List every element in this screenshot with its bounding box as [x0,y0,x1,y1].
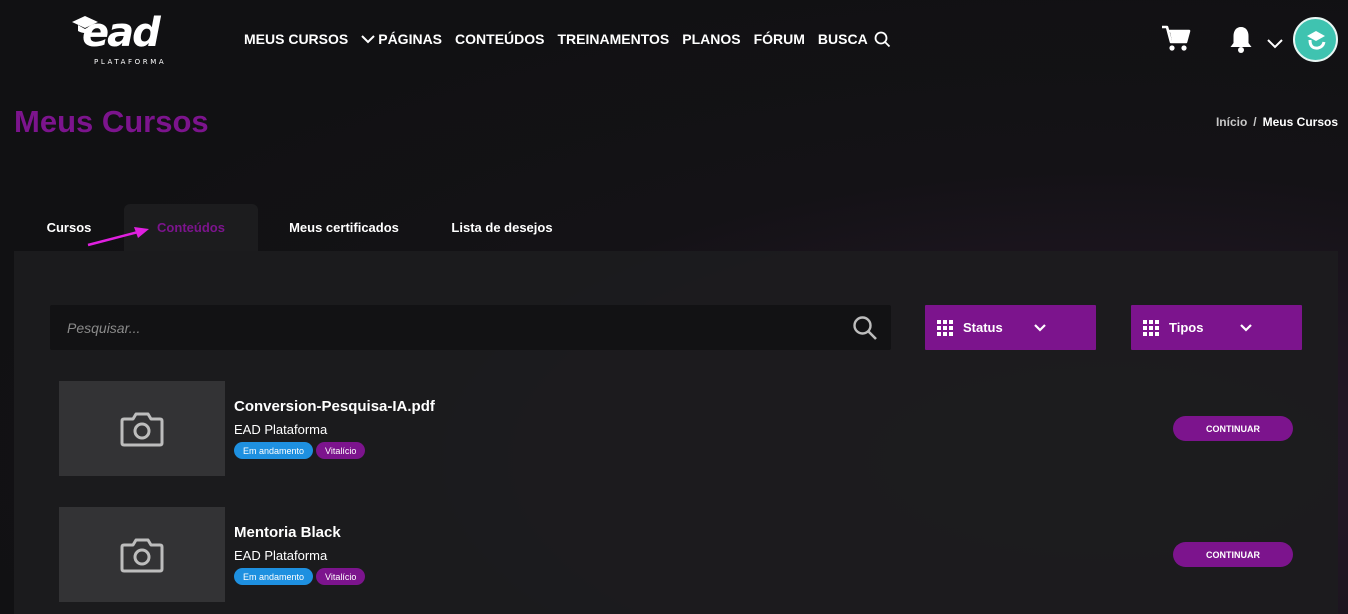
grid-icon [937,319,953,336]
tab-meus-certificados[interactable]: Meus certificados [258,204,430,251]
breadcrumb-current: Meus Cursos [1262,115,1338,129]
nav-treinamentos[interactable]: TREINAMENTOS [557,31,669,47]
nav-paginas[interactable]: PÁGINAS [361,31,442,47]
status-filter-label: Status [963,320,1003,335]
nav-paginas-label: PÁGINAS [378,31,443,47]
cart-button[interactable] [1160,24,1192,59]
course-badges: Em andamento Vitalício [234,568,366,585]
search-icon [853,316,877,340]
main-nav: MEUS CURSOS PÁGINAS CONTEÚDOS TREINAMENT… [244,29,891,49]
continue-button[interactable]: CONTINUAR [1173,542,1293,567]
camera-icon [120,538,164,572]
notifications-button[interactable] [1228,24,1254,59]
tipos-filter-label: Tipos [1169,320,1204,335]
content-panel: Status Tipos Conversion-Pesquisa-IA.pdf … [14,251,1338,614]
bell-icon [1230,27,1252,53]
list-item: Conversion-Pesquisa-IA.pdf EAD Plataform… [59,381,1309,476]
chevron-down-icon [1267,39,1283,49]
chevron-down-icon [1034,323,1046,332]
course-badges: Em andamento Vitalício [234,442,366,459]
search-input[interactable] [50,305,840,350]
chevron-down-icon [1240,323,1252,332]
cart-icon [1162,25,1191,51]
user-menu-toggle[interactable] [1266,37,1284,55]
search-button[interactable] [852,315,878,346]
course-author: EAD Plataforma [234,548,328,563]
status-badge: Em andamento [234,442,314,459]
nav-forum[interactable]: FÓRUM [754,31,805,47]
tab-lista-de-desejos[interactable]: Lista de desejos [430,204,574,251]
nav-search-button[interactable] [874,31,891,48]
course-title[interactable]: Mentoria Black [234,524,341,541]
status-filter-dropdown[interactable]: Status [925,305,1096,350]
breadcrumb-home-link[interactable]: Início [1216,115,1247,129]
access-badge: Vitalício [316,442,366,459]
grid-icon [1143,319,1159,336]
status-badge: Em andamento [234,568,314,585]
nav-meus-cursos[interactable]: MEUS CURSOS [244,31,348,47]
avatar-logo-icon [1306,30,1325,50]
search-icon [874,31,890,47]
tipos-filter-dropdown[interactable]: Tipos [1131,305,1302,350]
continue-button[interactable]: CONTINUAR [1173,416,1293,441]
course-thumbnail[interactable] [59,381,225,476]
access-badge: Vitalício [316,568,366,585]
breadcrumb-separator: / [1253,115,1257,129]
brand-logo[interactable]: ead PLATAFORMA [68,10,178,70]
user-avatar[interactable] [1293,17,1338,62]
course-title[interactable]: Conversion-Pesquisa-IA.pdf [234,398,435,415]
page-title: Meus Cursos [14,104,209,139]
top-navbar: ead PLATAFORMA MEUS CURSOS PÁGINAS CONTE… [0,0,1348,80]
breadcrumb: Início / Meus Cursos [1216,115,1338,129]
camera-icon [120,412,164,446]
nav-conteudos[interactable]: CONTEÚDOS [455,31,544,47]
logo-text: ead [82,10,161,56]
course-thumbnail[interactable] [59,507,225,602]
list-item: Mentoria Black EAD Plataforma Em andamen… [59,507,1309,602]
search-bar [50,305,891,350]
annotation-arrow [87,227,149,247]
nav-busca[interactable]: BUSCA [818,31,868,47]
course-author: EAD Plataforma [234,422,328,437]
nav-planos[interactable]: PLANOS [682,31,740,47]
chevron-down-icon [361,35,375,44]
logo-subtitle: PLATAFORMA [94,58,167,66]
